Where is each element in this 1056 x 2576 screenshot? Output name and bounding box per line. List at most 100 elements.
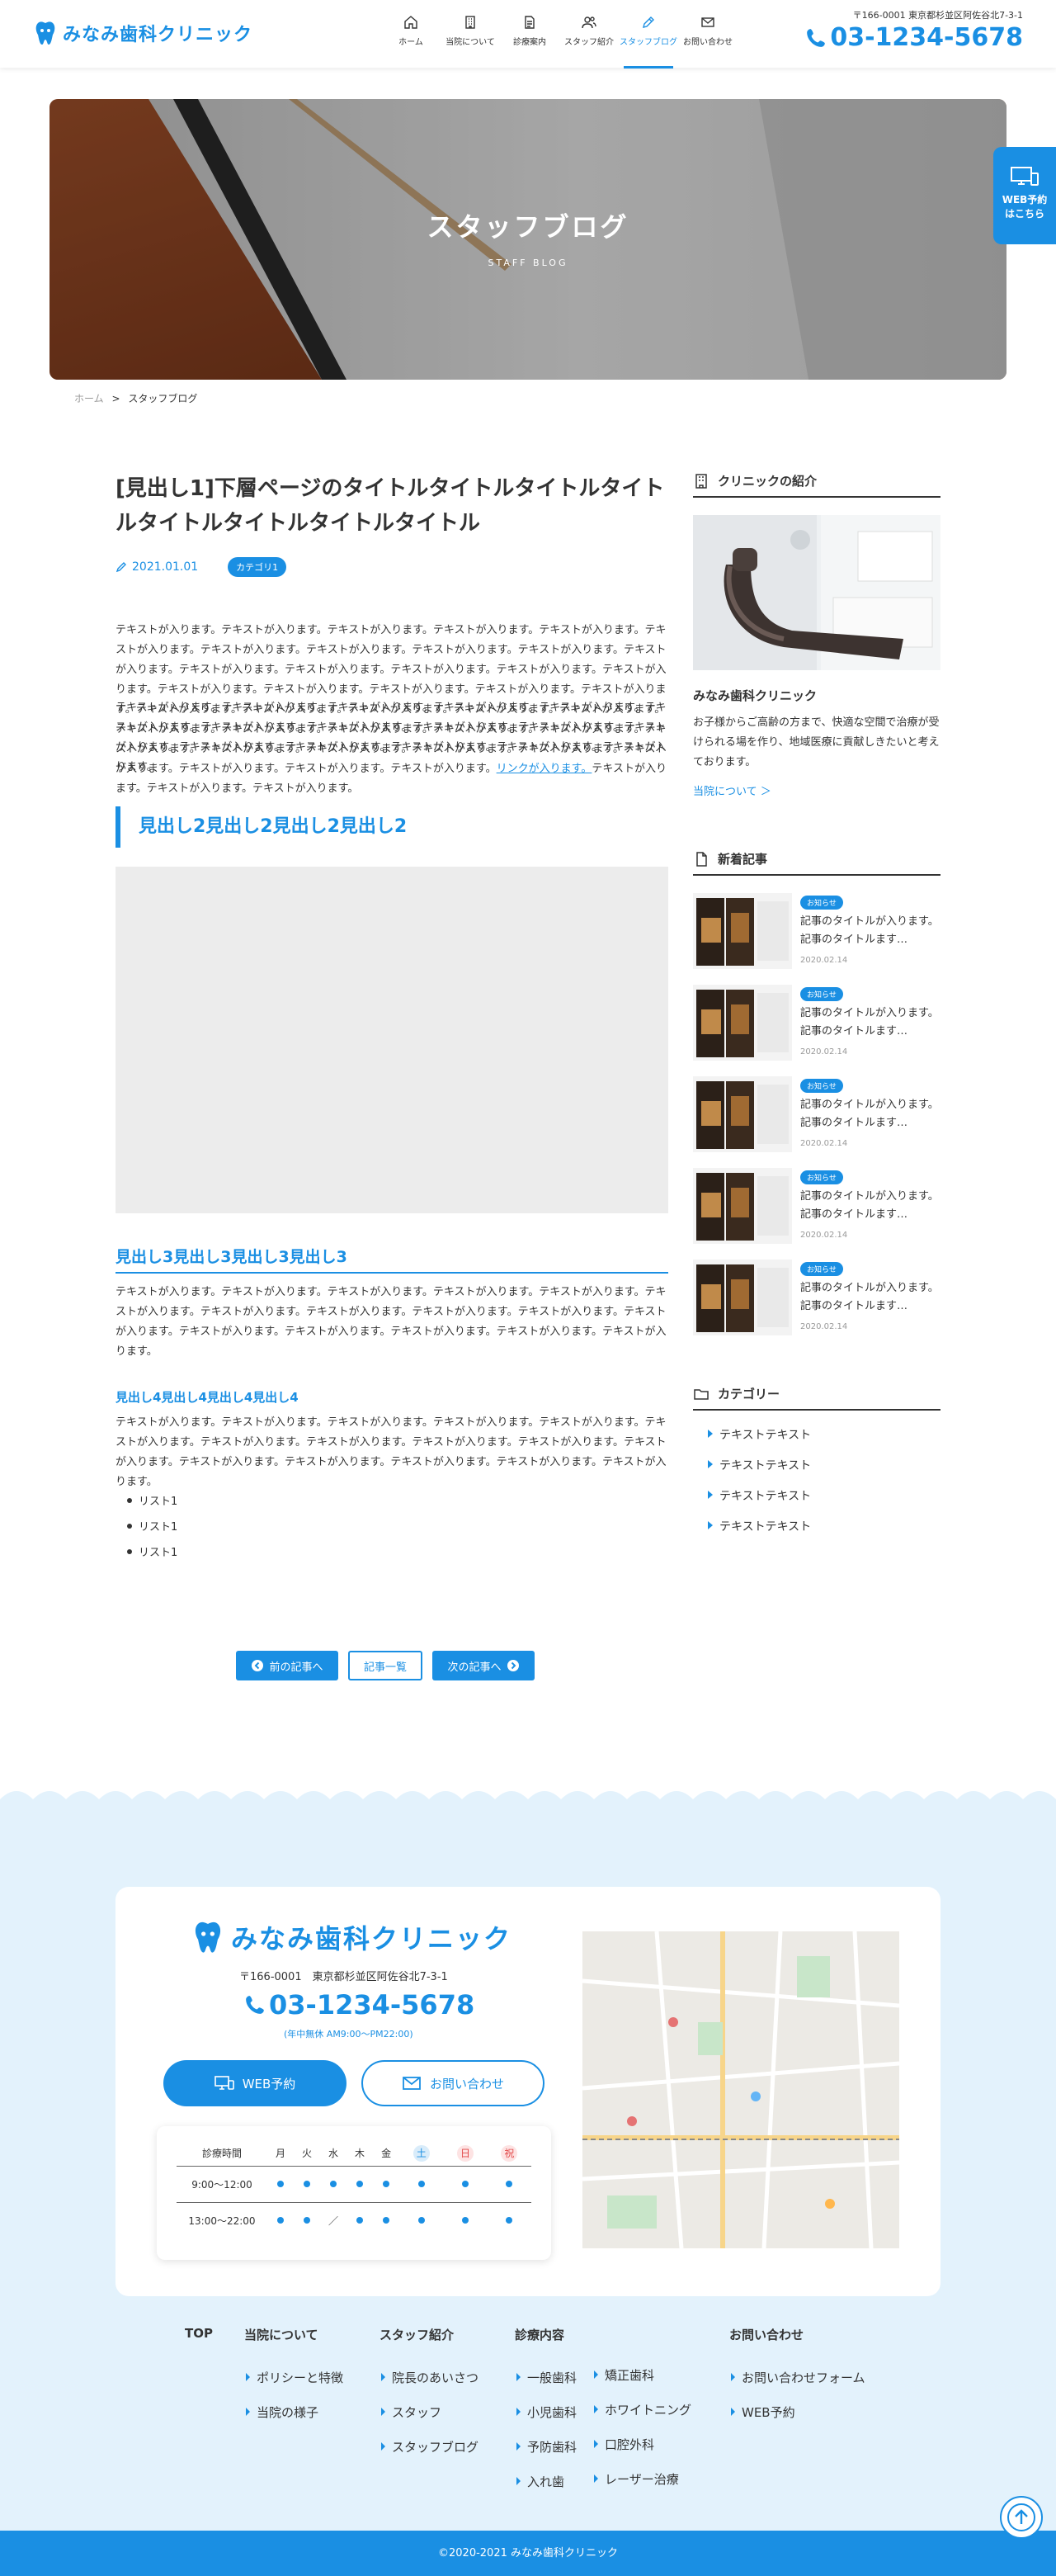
footer-nav-item[interactable]: 予防歯科 (515, 2429, 577, 2464)
web-reservation-tab[interactable]: WEB予約 はこちら (993, 147, 1056, 244)
open-cell (373, 2166, 400, 2203)
global-nav: ホーム 当院について 診療案内 スタッフ紹介 スタッフブログ お問い合わせ (381, 15, 738, 69)
home-icon (404, 16, 417, 29)
article-category-badge[interactable]: カテゴリ1 (228, 557, 287, 578)
footer-nav-item[interactable]: 一般歯科 (515, 2360, 577, 2394)
open-cell (443, 2166, 488, 2203)
footer-nav-item[interactable]: ポリシーと特徴 (244, 2360, 343, 2394)
list-item: リスト1 (127, 1518, 177, 1534)
header-phone-number: 03-1234-5678 (830, 23, 1023, 52)
nav-label: お問い合わせ (683, 38, 733, 47)
category-item[interactable]: テキストテキスト (708, 1518, 811, 1548)
back-to-top-button[interactable] (1000, 2496, 1043, 2539)
footer-nav-item[interactable]: 口腔外科 (592, 2427, 691, 2461)
open-dot-icon (304, 2181, 311, 2187)
article-date-text: 2021.01.01 (132, 560, 199, 574)
news-item[interactable]: お知らせ 記事のタイトルが入ります。記事のタイトルます… 2020.02.14 (693, 985, 940, 1061)
article-paragraph: テキストが入ります。テキストが入ります。テキストが入ります。テキストが入ります。… (116, 1286, 667, 1358)
breadcrumb-current: スタッフブログ (128, 393, 198, 404)
article-title: [見出し1]下層ページのタイトルタイトルタイトルタイトルタイトルタイトルタイトル… (116, 476, 665, 536)
table-header: 水 (320, 2141, 347, 2167)
footer-nav-heading[interactable]: スタッフ紹介 (380, 2328, 454, 2342)
nav-blog[interactable]: スタッフブログ (619, 15, 678, 69)
news-title: 記事のタイトルが入ります。記事のタイトルます… (800, 1007, 939, 1037)
footer-nav-heading[interactable]: 診療内容 (515, 2328, 564, 2342)
footer-nav-item[interactable]: WEB予約 (729, 2394, 865, 2429)
news-item[interactable]: お知らせ 記事のタイトルが入ります。記事のタイトルます… 2020.02.14 (693, 1168, 940, 1244)
open-cell (399, 2202, 443, 2238)
heading-4: 見出し4見出し4見出し4見出し4 (116, 1390, 299, 1405)
category-item[interactable]: テキストテキスト (708, 1426, 811, 1457)
contact-button[interactable]: お問い合わせ (361, 2060, 544, 2106)
footer-phone[interactable]: 03-1234-5678 (244, 1989, 474, 2021)
hero-subtitle: STAFF BLOG (488, 258, 568, 268)
news-title: 記事のタイトルが入ります。記事のタイトルます… (800, 1099, 939, 1129)
open-dot-icon (356, 2217, 364, 2224)
footer-nav-item[interactable]: ホワイトニング (592, 2392, 691, 2427)
mail-icon (701, 17, 714, 27)
table-header: 土 (399, 2141, 444, 2167)
nav-label: ホーム (398, 38, 423, 47)
prev-article-button[interactable]: 前の記事へ (236, 1651, 338, 1680)
nav-home[interactable]: ホーム (381, 15, 441, 47)
open-cell (443, 2202, 487, 2238)
footer-nav-item[interactable]: 矯正歯科 (592, 2357, 691, 2392)
footer-nav-item[interactable]: 入れ歯 (515, 2464, 577, 2498)
news-thumbnail (693, 1076, 792, 1152)
map[interactable] (582, 1931, 899, 2248)
footer-nav-item[interactable]: スタッフブログ (380, 2429, 478, 2464)
hours-time: 9:00〜12:00 (177, 2166, 267, 2203)
open-dot-icon (462, 2217, 469, 2224)
open-dot-icon (383, 2217, 390, 2224)
next-label: 次の記事へ (447, 1661, 502, 1674)
news-thumbnail (693, 985, 792, 1061)
category-item[interactable]: テキストテキスト (708, 1457, 811, 1487)
footer-nav-item[interactable]: 院長のあいさつ (380, 2360, 478, 2394)
footer-nav-item[interactable]: レーザー治療 (592, 2461, 691, 2496)
nav-treatment[interactable]: 診療案内 (500, 15, 559, 47)
list-item: リスト1 (127, 1492, 177, 1508)
site-logo[interactable]: みなみ歯科クリニック (33, 20, 252, 46)
open-cell (488, 2202, 531, 2238)
news-item[interactable]: お知らせ 記事のタイトルが入ります。記事のタイトルます… 2020.02.14 (693, 893, 940, 969)
news-badge: お知らせ (800, 1262, 843, 1276)
category-item[interactable]: テキストテキスト (708, 1487, 811, 1518)
open-cell (487, 2166, 531, 2203)
header-phone[interactable]: 03-1234-5678 (805, 23, 1023, 52)
footer-nav-staff: スタッフ紹介 院長のあいさつ スタッフ スタッフブログ (380, 2326, 478, 2464)
nav-about[interactable]: 当院について (441, 15, 500, 47)
footer-nav-top-link[interactable]: TOP (185, 2326, 213, 2341)
users-icon (582, 17, 596, 29)
breadcrumb-home[interactable]: ホーム (74, 393, 104, 404)
footer-logo[interactable]: みなみ歯科クリニック (191, 1918, 512, 1956)
web-reservation-button[interactable]: WEB予約 (163, 2060, 346, 2106)
footer-nav-treatment-2: 矯正歯科 ホワイトニング 口腔外科 レーザー治療 (592, 2326, 691, 2496)
footer-nav-item[interactable]: スタッフ (380, 2394, 478, 2429)
footer-nav-item[interactable]: 当院の様子 (244, 2394, 343, 2429)
news-item[interactable]: お知らせ 記事のタイトルが入ります。記事のタイトルます… 2020.02.14 (693, 1260, 940, 1335)
news-thumbnail (693, 893, 792, 969)
news-item[interactable]: お知らせ 記事のタイトルが入ります。記事のタイトルます… 2020.02.14 (693, 1076, 940, 1152)
open-dot-icon (277, 2181, 284, 2187)
next-article-button[interactable]: 次の記事へ (432, 1651, 535, 1680)
footer-nav-heading[interactable]: 当院について (244, 2328, 318, 2342)
web-reservation-label: WEB予約 (242, 2076, 296, 2092)
pen-icon (643, 17, 654, 28)
open-dot-icon (462, 2181, 469, 2187)
header-address: 〒166-0001 東京都杉並区阿佐谷北7-3-1 (852, 10, 1023, 21)
footer-nav-item[interactable]: 小児歯科 (515, 2394, 577, 2429)
arrow-up-circle-icon (1007, 2503, 1035, 2531)
nav-contact[interactable]: お問い合わせ (678, 15, 738, 47)
news-date: 2020.02.14 (800, 1322, 848, 1331)
article-list-button[interactable]: 記事一覧 (348, 1651, 422, 1680)
about-clinic-link[interactable]: 当院について ＞ (693, 782, 771, 798)
news-date: 2020.02.14 (800, 956, 848, 965)
footer-nav-heading[interactable]: お問い合わせ (729, 2328, 804, 2342)
hours-time: 13:00〜22:00 (188, 2214, 256, 2227)
clinic-photo (693, 515, 940, 670)
nav-staff[interactable]: スタッフ紹介 (559, 15, 619, 47)
copyright: ©2020-2021 みなみ歯科クリニック (0, 2531, 1056, 2576)
open-cell (320, 2166, 347, 2203)
mail-icon (403, 2077, 421, 2090)
footer-nav-item[interactable]: お問い合わせフォーム (729, 2360, 865, 2394)
